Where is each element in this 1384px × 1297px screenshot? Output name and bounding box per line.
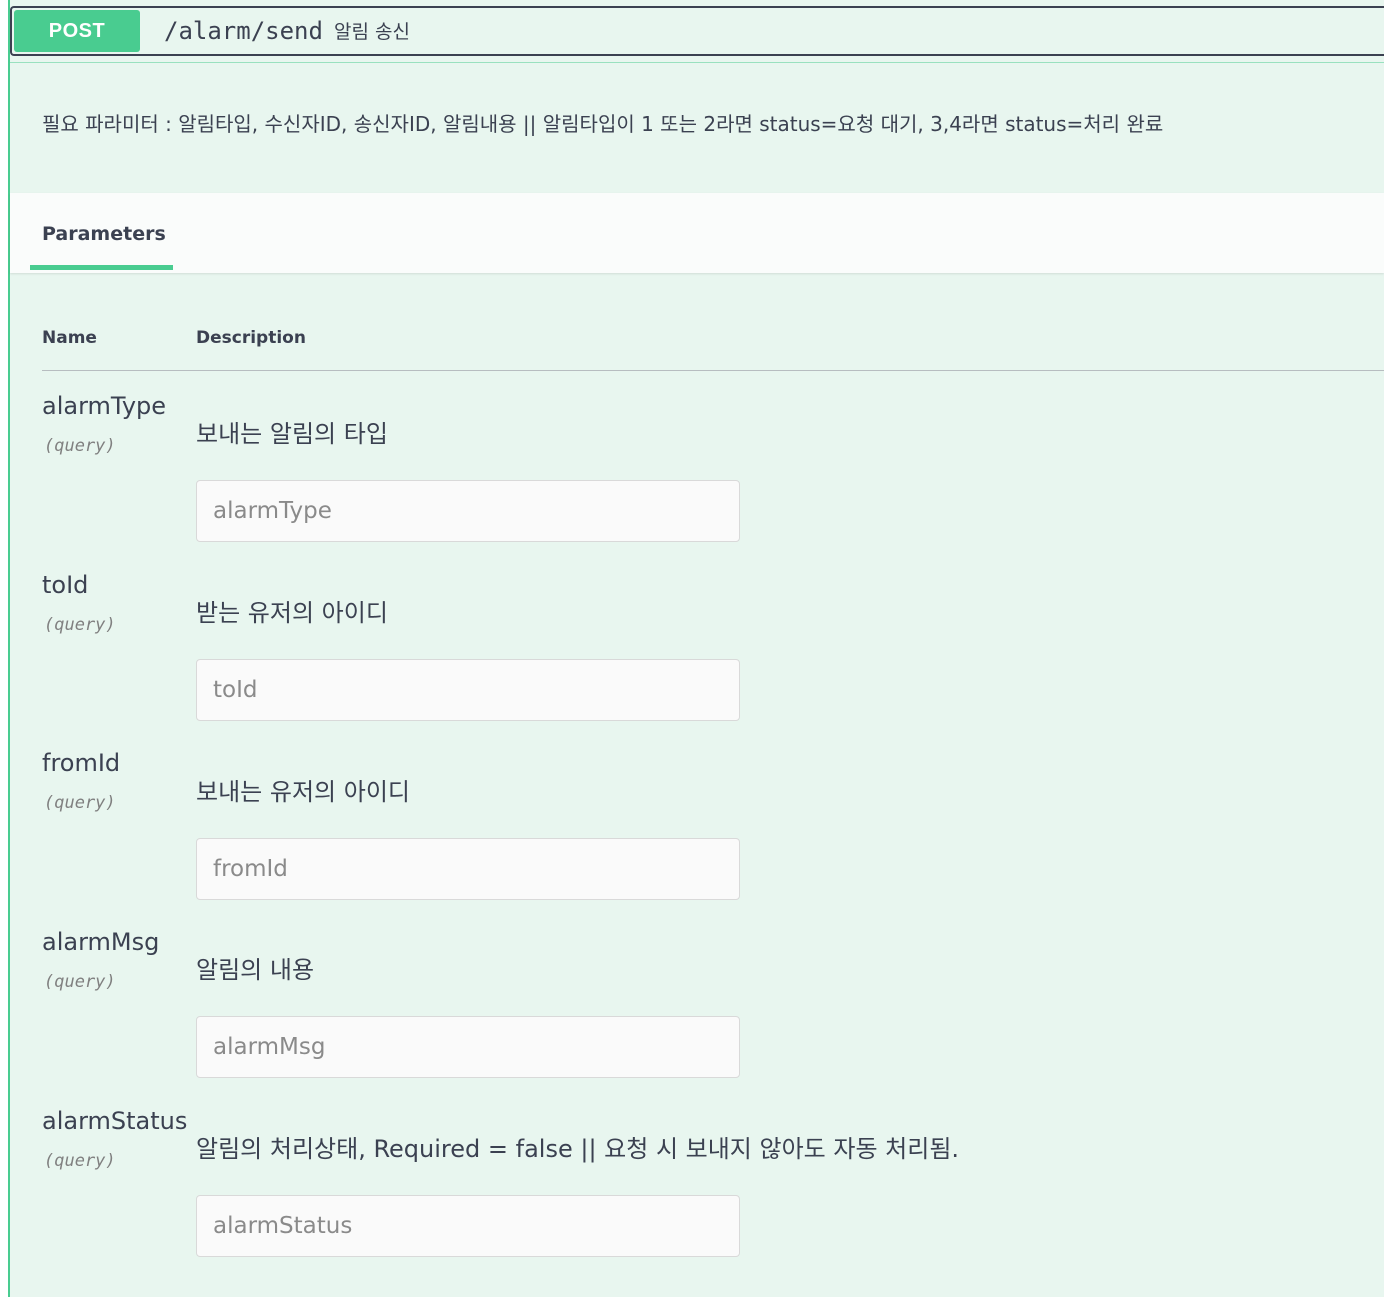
parameter-name: alarmMsg bbox=[42, 928, 160, 956]
parameter-description: 알림의 내용 bbox=[196, 956, 315, 984]
operation-summary-text: 알림 송신 bbox=[334, 21, 410, 43]
parameter-name: alarmType bbox=[42, 392, 167, 420]
parameter-description: 보내는 알림의 타입 bbox=[196, 420, 388, 448]
parameter-name: alarmStatus bbox=[42, 1107, 188, 1135]
fromid-input[interactable] bbox=[196, 838, 740, 900]
parameter-name: fromId bbox=[42, 749, 121, 777]
alarmmsg-input[interactable] bbox=[196, 1016, 740, 1078]
alarmstatus-input[interactable] bbox=[196, 1195, 740, 1257]
parameter-name: toId bbox=[42, 571, 89, 599]
parameter-location: (query) bbox=[44, 615, 116, 635]
summary-divider bbox=[10, 62, 1384, 63]
method-badge: POST bbox=[14, 10, 140, 52]
parameter-description: 받는 유저의 아이디 bbox=[196, 599, 388, 627]
operation-description: 필요 파라미터 : 알림타입, 수신자ID, 송신자ID, 알림내용 || 알림… bbox=[42, 112, 1164, 136]
parameter-description: 보내는 유저의 아이디 bbox=[196, 778, 410, 806]
table-header-divider bbox=[42, 370, 1384, 371]
parameter-location: (query) bbox=[44, 436, 116, 456]
parameter-location: (query) bbox=[44, 1151, 116, 1171]
column-header-description: Description bbox=[196, 328, 306, 348]
parameter-location: (query) bbox=[44, 793, 116, 813]
operation-summary[interactable]: POST /alarm/send 알림 송신 bbox=[10, 6, 1384, 56]
toid-input[interactable] bbox=[196, 659, 740, 721]
endpoint-path: /alarm/send bbox=[164, 17, 323, 45]
active-tab-indicator bbox=[30, 265, 173, 270]
tab-parameters[interactable]: Parameters bbox=[42, 223, 166, 245]
parameter-description: 알림의 처리상태, Required = false || 요청 시 보내지 않… bbox=[196, 1135, 960, 1163]
parameters-section-header: Parameters bbox=[10, 193, 1384, 273]
parameter-location: (query) bbox=[44, 972, 116, 992]
alarmtype-input[interactable] bbox=[196, 480, 740, 542]
column-header-name: Name bbox=[42, 328, 97, 348]
